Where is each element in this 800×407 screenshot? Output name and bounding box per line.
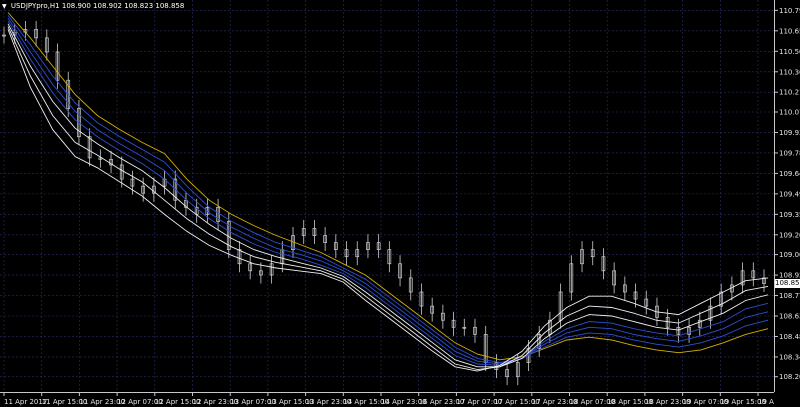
- price-tick-label: 110.795: [779, 7, 800, 15]
- price-tick-label: 110.505: [779, 48, 800, 56]
- price-tick-label: 109.205: [779, 231, 800, 239]
- candle-layer: [2, 20, 766, 386]
- symbol-title: USDJPYpro,H1: [10, 2, 60, 10]
- ema-ribbon: [7, 12, 769, 372]
- price-tick-label: 108.485: [779, 333, 800, 341]
- price-tick-label: 109.640: [779, 170, 800, 178]
- price-tick-label: 108.630: [779, 313, 800, 321]
- price-axis[interactable]: 110.795 110.650 110.505 110.360 110.215 110.0…: [774, 0, 800, 392]
- price-tick-label: 108.775: [779, 292, 800, 300]
- ema-line-ema-inner-2: [7, 26, 769, 371]
- price-tick-label: 109.495: [779, 190, 800, 198]
- price-tick-label: 109.065: [779, 251, 800, 259]
- price-tick-label: 110.215: [779, 89, 800, 97]
- price-tick-label: 108.340: [779, 353, 800, 361]
- price-tick-label: 108.200: [779, 373, 800, 381]
- price-tick-label: 110.360: [779, 68, 800, 76]
- ema-line-ema-blue-2: [7, 17, 769, 365]
- triangle-down-icon[interactable]: ▼: [2, 2, 7, 11]
- time-axis[interactable]: 11 Apr 201711 Apr 15:0011 Apr 23:0012 Ap…: [0, 392, 774, 407]
- chart-window[interactable]: ▼ USDJPYpro,H1 108.900 108.902 108.823 1…: [0, 0, 800, 406]
- price-tick-label: 110.075: [779, 109, 800, 117]
- current-price-label: 108.858: [775, 279, 800, 289]
- price-tick-label: 110.650: [779, 27, 800, 35]
- price-ticks: 110.795 110.650 110.505 110.360 110.215 110.0…: [775, 7, 800, 381]
- time-tick-label: 19 Apr 23:00: [758, 398, 774, 406]
- price-tick-label: 109.930: [779, 129, 800, 137]
- price-tick-label: 109.350: [779, 211, 800, 219]
- time-ticks: 11 Apr 201711 Apr 15:0011 Apr 23:0012 Ap…: [3, 393, 774, 406]
- price-tick-label: 109.785: [779, 149, 800, 157]
- chart-header: ▼ USDJPYpro,H1 108.900 108.902 108.823 1…: [2, 2, 184, 11]
- ema-line-ema-inner-1: [7, 23, 769, 368]
- price-plot[interactable]: [0, 0, 774, 392]
- ohlc-readout: 108.900 108.902 108.823 108.858: [61, 2, 185, 10]
